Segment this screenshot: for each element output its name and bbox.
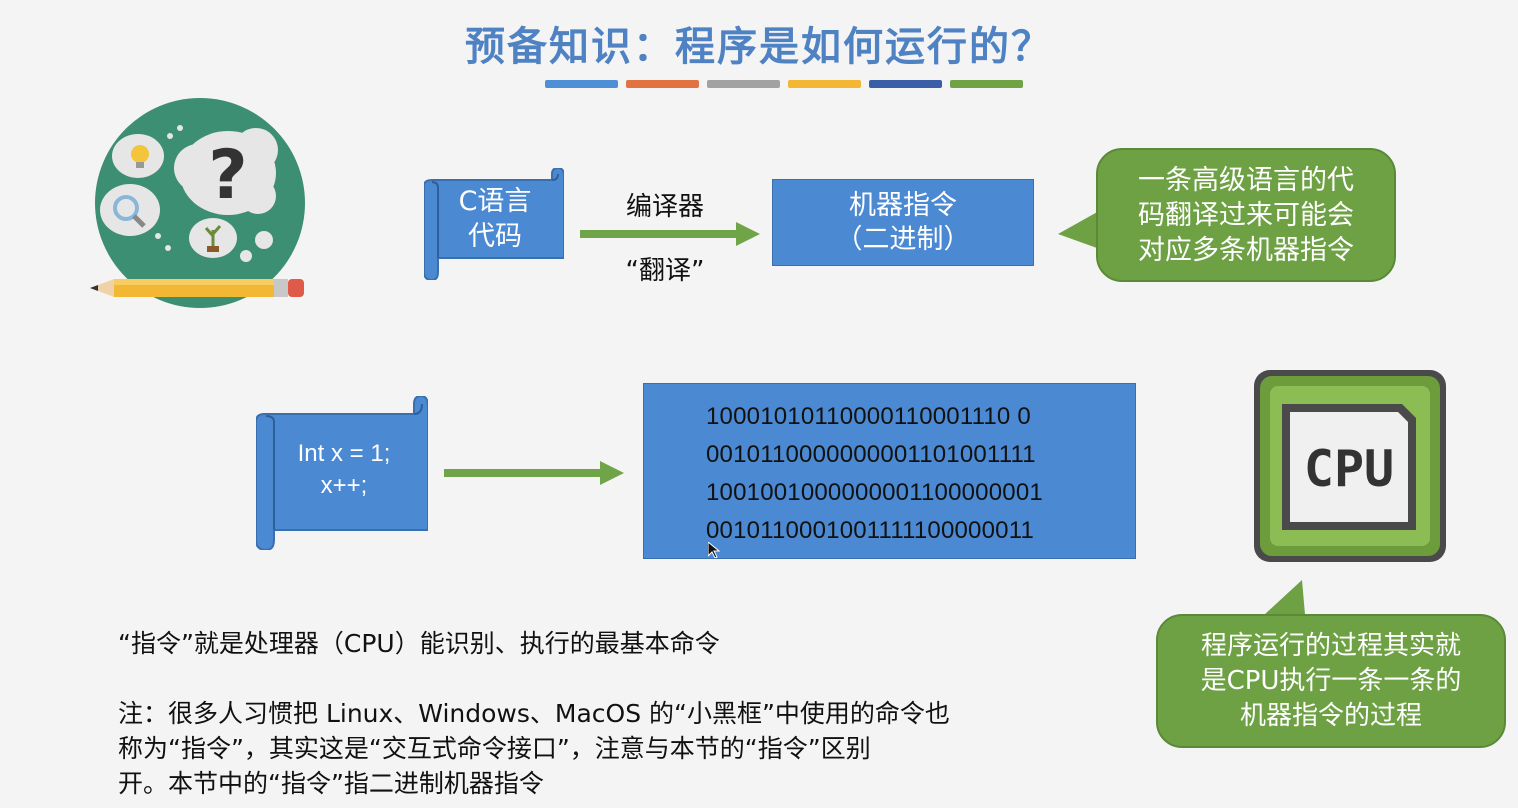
compile-note-line-2: 码翻译过来可能会 bbox=[1138, 199, 1354, 231]
stripe-6 bbox=[950, 80, 1023, 88]
cpu-chip-icon: CPU bbox=[1254, 370, 1446, 562]
thinking-illustration-icon: ? bbox=[90, 98, 305, 308]
svg-text:?: ? bbox=[208, 136, 247, 215]
machine-box-line-2: （二进制） bbox=[835, 223, 971, 255]
note-line-3: 开。本节中的“指令”指二进制机器指令 bbox=[118, 769, 544, 798]
instruction-definition: “指令”就是处理器（CPU）能识别、执行的最基本命令 bbox=[118, 629, 720, 658]
code-scroll: Int x = 1; x++; bbox=[256, 396, 428, 550]
stripe-4 bbox=[788, 80, 861, 88]
cpu-label: CPU bbox=[1304, 440, 1394, 498]
cpu-note-line-1: 程序运行的过程其实就 bbox=[1200, 630, 1461, 661]
c-source-scroll: C语言 代码 bbox=[424, 168, 564, 280]
cpu-note-bubble: 程序运行的过程其实就 是CPU执行一条一条的 机器指令的过程 bbox=[1156, 614, 1506, 748]
binary-line-2: 0010110000000001101001111 bbox=[706, 441, 1036, 468]
binary-line-1: 10001010110000110001110 0 bbox=[706, 403, 1031, 430]
code-to-binary-arrow-icon bbox=[444, 461, 624, 485]
note-line-1: 注：很多人习惯把 Linux、Windows、MacOS 的“小黑框”中使用的命… bbox=[118, 699, 950, 728]
code-text: Int x = 1; x++; bbox=[274, 438, 414, 502]
cpu-note-line-3: 机器指令的过程 bbox=[1239, 700, 1422, 731]
compile-arrow-icon bbox=[580, 222, 760, 246]
compile-note-bubble: 一条高级语言的代 码翻译过来可能会 对应多条机器指令 bbox=[1096, 148, 1396, 282]
c-source-line-1: C语言 bbox=[458, 186, 532, 217]
stripe-3 bbox=[707, 80, 780, 88]
binary-code-box: 10001010110000110001110 0 00101100000000… bbox=[643, 383, 1136, 559]
stripe-5 bbox=[869, 80, 942, 88]
code-line-1: Int x = 1; bbox=[297, 440, 391, 467]
binary-line-3: 1001001000000001100000001 bbox=[706, 479, 1043, 506]
c-source-text: C语言 代码 bbox=[438, 184, 552, 254]
title-color-stripes bbox=[545, 80, 1023, 88]
c-source-line-2: 代码 bbox=[468, 221, 522, 252]
compile-note-line-3: 对应多条机器指令 bbox=[1138, 234, 1354, 266]
stripe-1 bbox=[545, 80, 618, 88]
slide-title: 预备知识：程序是如何运行的？ bbox=[465, 24, 1053, 70]
binary-line-4: 0010110001001111100000011 bbox=[706, 517, 1035, 544]
machine-box-line-1: 机器指令 bbox=[849, 189, 957, 221]
machine-instruction-box: 机器指令 （二进制） bbox=[772, 179, 1034, 266]
compiler-label: 编译器 bbox=[625, 192, 704, 222]
compile-note-line-1: 一条高级语言的代 bbox=[1138, 164, 1354, 196]
binary-lines: 10001010110000110001110 0 00101100000000… bbox=[706, 398, 1043, 550]
translate-label: “翻译” bbox=[625, 256, 705, 286]
stripe-2 bbox=[626, 80, 699, 88]
cpu-note-line-2: 是CPU执行一条一条的 bbox=[1200, 665, 1462, 696]
note-line-2: 称为“指令”，其实这是“交互式命令接口”，注意与本节的“指令”区别 bbox=[118, 734, 871, 763]
note-paragraph: 注：很多人习惯把 Linux、Windows、MacOS 的“小黑框”中使用的命… bbox=[118, 696, 950, 801]
mouse-cursor-icon bbox=[708, 542, 720, 558]
code-line-2: x++; bbox=[320, 472, 368, 499]
